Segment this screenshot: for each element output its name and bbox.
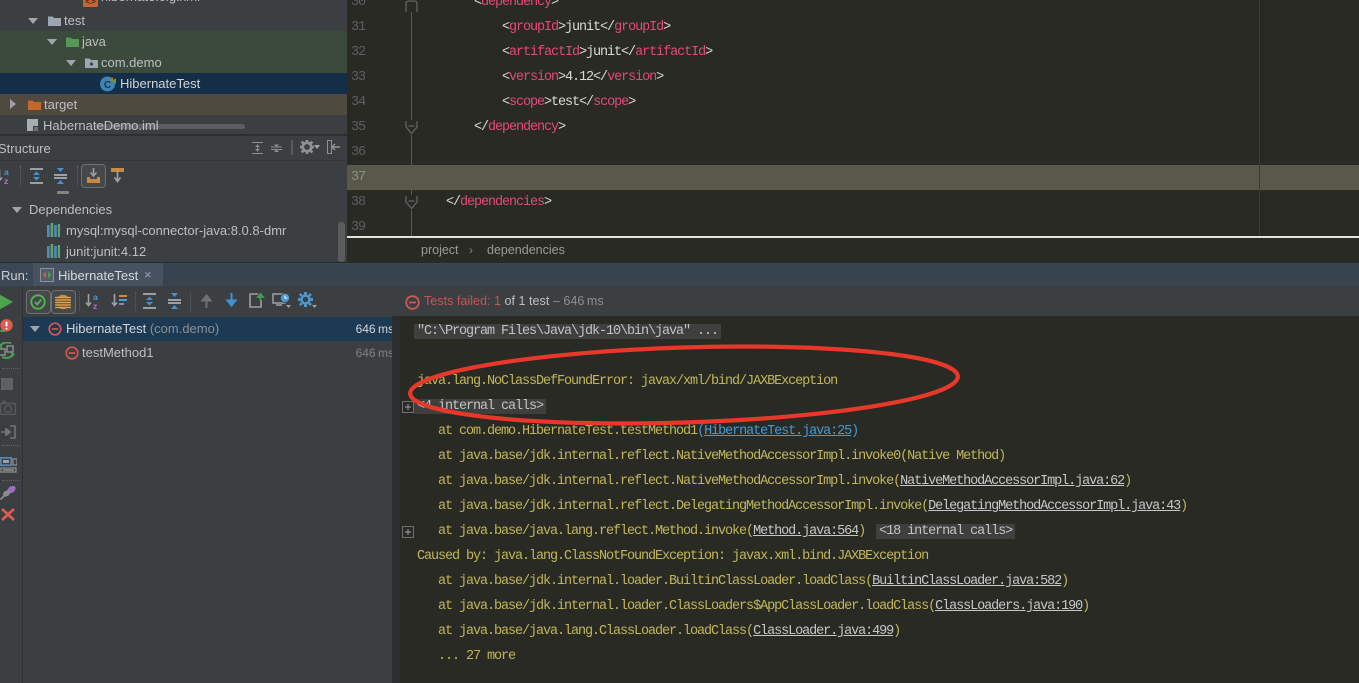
svg-text:z: z bbox=[93, 301, 97, 310]
svg-text:<>: <> bbox=[85, 0, 96, 7]
svg-text:z: z bbox=[4, 176, 8, 185]
svg-text:C: C bbox=[104, 80, 111, 91]
